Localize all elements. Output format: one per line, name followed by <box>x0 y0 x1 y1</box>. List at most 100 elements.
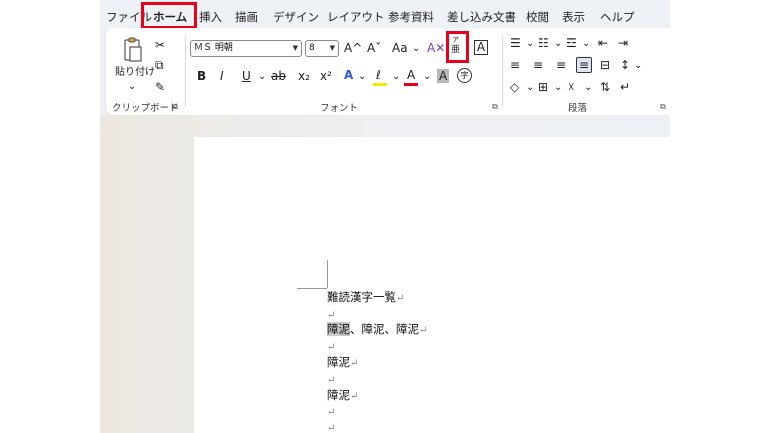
font-name-combo[interactable]: ＭＳ 明朝 ▼ <box>190 40 302 57</box>
tab-review[interactable]: 校閲 <box>526 9 549 25</box>
tab-draw[interactable]: 描画 <box>235 9 258 25</box>
tab-references[interactable]: 参考資料 <box>388 9 434 25</box>
italic-button[interactable]: I <box>220 69 224 83</box>
text-effects-button[interactable]: A <box>344 68 353 82</box>
font-size-combo[interactable]: 8 ▼ <box>305 40 339 57</box>
doc-line-empty[interactable]: ↵ <box>327 307 335 323</box>
copy-icon[interactable]: ⧉ <box>155 58 164 72</box>
chevron-down-icon[interactable]: ⌄ <box>258 70 266 84</box>
sort-icon[interactable]: ⇅ <box>600 80 610 94</box>
word-window: ファイル ホーム 挿入 描画 デザイン レイアウト 参考資料 差し込み文書 校閲… <box>100 0 670 433</box>
chevron-down-icon[interactable]: ⌄ <box>582 37 590 51</box>
tab-view[interactable]: 表示 <box>562 9 585 25</box>
chevron-down-icon[interactable]: ⌄ <box>412 42 420 56</box>
font-group-label: フォント <box>320 103 359 114</box>
subscript-button[interactable]: x₂ <box>298 69 310 83</box>
chevron-down-icon[interactable]: ⌄ <box>392 70 400 84</box>
superscript-button[interactable]: x² <box>320 69 332 83</box>
doc-line-words[interactable]: 障泥、障泥、障泥↵ <box>327 322 427 338</box>
align-right-icon[interactable]: ≡ <box>556 58 566 72</box>
font-launcher-icon[interactable]: ⧉ <box>492 102 498 112</box>
chevron-down-icon[interactable]: ⌄ <box>358 70 366 84</box>
bullets-icon[interactable]: ☰ <box>510 36 521 50</box>
justify-icon[interactable]: ≡ <box>576 57 592 73</box>
chevron-down-icon[interactable]: ⌄ <box>634 59 642 73</box>
highlight-color-button[interactable]: ℓ <box>376 68 381 82</box>
font-color-bar <box>404 83 418 86</box>
distributed-icon[interactable]: ⊟ <box>600 58 610 72</box>
doc-line-empty[interactable]: ↵ <box>327 420 335 433</box>
shrink-font-button[interactable]: Aˇ <box>367 41 381 55</box>
clear-formatting-icon[interactable]: A✕ <box>427 41 445 55</box>
paragraph-mark: ↵ <box>327 310 336 321</box>
chevron-down-icon[interactable]: ⌄ <box>554 81 562 95</box>
change-case-button[interactable]: Aa <box>392 41 408 55</box>
paragraph-mark: ↵ <box>327 375 336 386</box>
cut-icon[interactable]: ✂ <box>155 38 165 52</box>
chevron-down-icon[interactable]: ⌄ <box>526 81 534 95</box>
crop-mark <box>297 288 327 289</box>
borders-icon[interactable]: ⊞ <box>538 80 548 94</box>
document-page[interactable] <box>194 137 670 433</box>
character-shading-button[interactable]: A <box>437 69 450 83</box>
paragraph-mark: ↵ <box>327 423 336 433</box>
underline-button[interactable]: U <box>242 69 251 83</box>
paragraph-mark: ↵ <box>396 293 405 304</box>
increase-indent-icon[interactable]: ⇥ <box>618 36 628 50</box>
line-spacing-icon[interactable]: ↕ <box>620 58 630 72</box>
tab-layout[interactable]: レイアウト <box>327 9 385 25</box>
paragraph-mark: ↵ <box>327 407 336 418</box>
enclose-characters-button[interactable]: 字 <box>457 68 472 83</box>
clipboard-group-label: クリップボード <box>112 103 179 114</box>
doc-line-empty[interactable]: ↵ <box>327 372 335 388</box>
shading-icon[interactable]: ◇ <box>510 80 519 94</box>
align-center-icon[interactable]: ≡ <box>533 58 543 72</box>
chevron-down-icon[interactable]: ⌄ <box>526 37 534 51</box>
paragraph-group-label: 段落 <box>568 103 588 114</box>
font-name-value: ＭＳ 明朝 <box>194 43 233 53</box>
paragraph-mark: ↵ <box>350 358 359 369</box>
divider <box>502 36 503 106</box>
character-border-button[interactable]: A <box>474 40 488 55</box>
selected-text[interactable]: 障泥 <box>327 322 350 336</box>
grow-font-button[interactable]: A^ <box>344 41 362 55</box>
align-left-icon[interactable]: ≡ <box>510 58 520 72</box>
font-color-button[interactable]: A <box>407 68 415 82</box>
divider <box>185 36 186 106</box>
numbering-icon[interactable]: ☷ <box>538 36 549 50</box>
decrease-indent-icon[interactable]: ⇤ <box>598 36 608 50</box>
paragraph-launcher-icon[interactable]: ⧉ <box>660 102 666 112</box>
ribbon-panel: 貼り付け ⌄ ✂ ⧉ ✎ クリップボード ⧉ ＭＳ 明朝 ▼ 8 ▼ A^ Aˇ A… <box>106 28 670 115</box>
tab-mailings[interactable]: 差し込み文書 <box>447 9 516 25</box>
doc-line-word[interactable]: 障泥↵ <box>327 355 358 371</box>
doc-line-empty[interactable]: ↵ <box>327 339 335 355</box>
paste-label[interactable]: 貼り付け <box>115 66 155 80</box>
chevron-down-icon[interactable]: ⌄ <box>423 70 431 84</box>
home-tab-annotation-box <box>141 2 197 29</box>
doc-line-title[interactable]: 難読漢字一覧↵ <box>327 290 404 306</box>
paragraph-mark: ↵ <box>350 391 359 402</box>
show-formatting-icon[interactable]: ↵ <box>620 80 630 94</box>
bold-button[interactable]: B <box>197 69 206 83</box>
phonetic-guide-annotation-box <box>446 31 469 63</box>
paste-icon[interactable] <box>122 37 142 63</box>
font-size-value: 8 <box>309 43 315 53</box>
crop-mark <box>327 260 328 288</box>
paragraph-mark: ↵ <box>419 325 428 336</box>
highlight-color-bar <box>373 83 387 86</box>
paste-dropdown-icon[interactable]: ⌄ <box>128 80 136 94</box>
tab-insert[interactable]: 挿入 <box>199 9 222 25</box>
clipboard-launcher-icon[interactable]: ⧉ <box>172 102 178 112</box>
paragraph-mark: ↵ <box>327 342 336 353</box>
doc-line-word[interactable]: 障泥↵ <box>327 388 358 404</box>
tab-design[interactable]: デザイン <box>273 9 319 25</box>
chevron-down-icon: ▼ <box>292 44 298 52</box>
chevron-down-icon[interactable]: ⌄ <box>554 37 562 51</box>
chevron-down-icon[interactable]: ⌄ <box>584 81 592 95</box>
asian-layout-icon[interactable]: ☓ <box>568 80 574 94</box>
doc-line-empty[interactable]: ↵ <box>327 404 335 420</box>
multilevel-list-icon[interactable]: ☲ <box>566 36 577 50</box>
strikethrough-button[interactable]: ab <box>271 69 286 83</box>
format-painter-icon[interactable]: ✎ <box>155 80 165 94</box>
tab-help[interactable]: ヘルプ <box>600 9 635 25</box>
